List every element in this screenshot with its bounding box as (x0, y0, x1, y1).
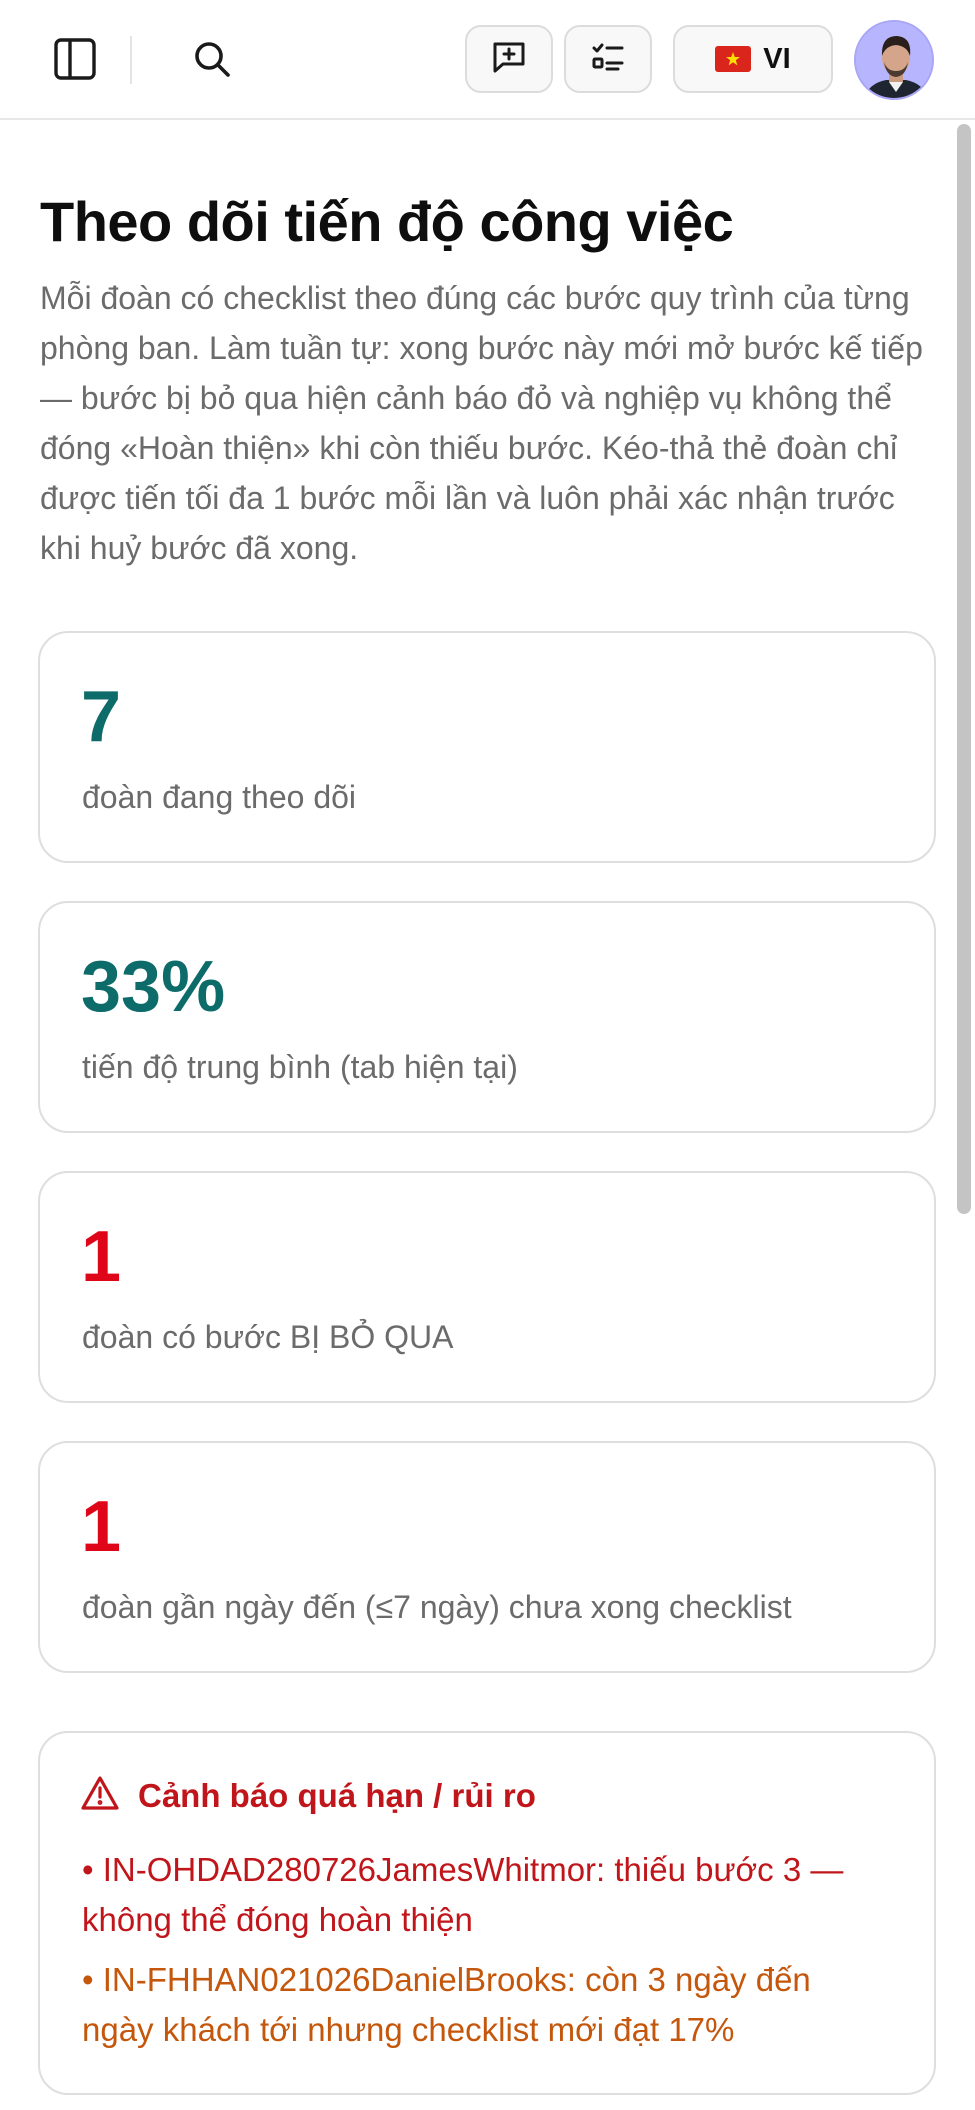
stat-card-upcoming-incomplete: 1 đoàn gần ngày đến (≤7 ngày) chưa xong … (38, 1441, 936, 1673)
alert-item-missing-step[interactable]: • IN-OHDAD280726JamesWhitmor: thiếu bước… (82, 1845, 882, 1945)
stat-value: 7 (81, 677, 122, 757)
language-selector[interactable]: VI (673, 25, 833, 93)
user-avatar[interactable] (854, 20, 934, 100)
feedback-button[interactable] (465, 25, 553, 93)
risk-alert-panel: Cảnh báo quá hạn / rủi ro • IN-OHDAD2807… (38, 1731, 936, 2095)
stat-label: tiến độ trung bình (tab hiện tại) (82, 1049, 518, 1085)
stat-value: 1 (81, 1487, 122, 1567)
checklist-icon (590, 39, 626, 80)
top-bar: VI (0, 0, 975, 120)
warning-triangle-icon (80, 1775, 120, 1816)
stat-card-skipped-steps: 1 đoàn có bước BỊ BỎ QUA (38, 1171, 936, 1403)
toolbar-divider (130, 36, 132, 84)
scrollbar-thumb[interactable] (957, 124, 971, 1214)
vietnam-flag-icon (715, 46, 752, 72)
checklist-button[interactable] (564, 25, 652, 93)
message-plus-icon (491, 39, 527, 80)
sidebar-panel-icon[interactable] (43, 27, 107, 91)
alert-item-upcoming-arrival[interactable]: • IN-FHHAN021026DanielBrooks: còn 3 ngày… (82, 1955, 882, 2055)
stat-label: đoàn đang theo dõi (82, 779, 357, 815)
search-icon[interactable] (180, 27, 244, 91)
stat-label: đoàn gần ngày đến (≤7 ngày) chưa xong ch… (82, 1589, 792, 1625)
language-label: VI (763, 42, 791, 75)
stat-label: đoàn có bước BỊ BỎ QUA (82, 1319, 454, 1355)
alert-title: Cảnh báo quá hạn / rủi ro (138, 1776, 536, 1814)
stat-card-average-progress: 33% tiến độ trung bình (tab hiện tại) (38, 901, 936, 1133)
stat-card-tracked-groups: 7 đoàn đang theo dõi (38, 631, 936, 863)
page-description: Mỗi đoàn có checklist theo đúng các bước… (40, 280, 923, 566)
stat-value: 1 (81, 1217, 122, 1297)
page-title: Theo dõi tiến độ công việc (40, 190, 734, 253)
stat-value: 33% (81, 947, 226, 1027)
alert-header: Cảnh báo quá hạn / rủi ro (80, 1775, 536, 1816)
